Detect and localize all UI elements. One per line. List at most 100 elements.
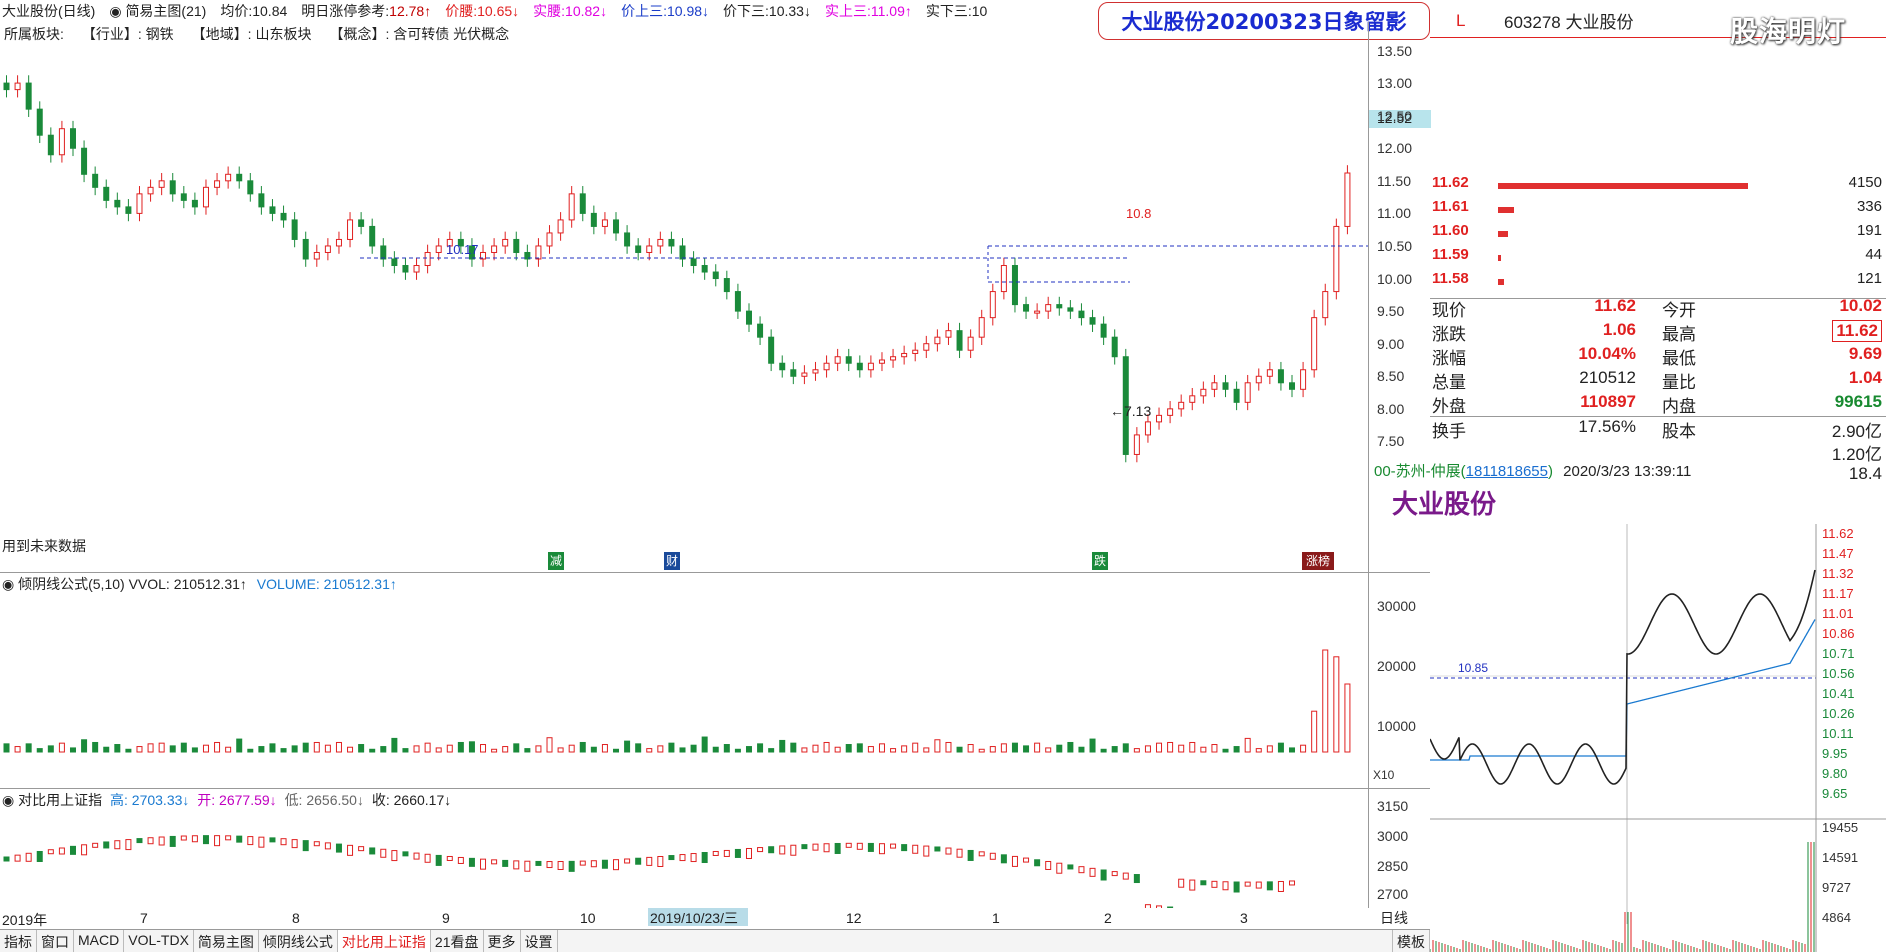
index-candle — [291, 839, 298, 849]
tab-index-compare[interactable]: 对比用上证指 — [337, 930, 431, 952]
volume-bar — [435, 747, 442, 753]
index-candle — [1122, 872, 1129, 880]
order-bar — [1498, 231, 1508, 237]
tab-more[interactable]: 更多 — [484, 930, 521, 952]
volume-bar — [557, 747, 564, 753]
candle — [424, 244, 431, 274]
volume-bar — [1122, 743, 1129, 753]
index-candle — [557, 861, 564, 871]
candle — [624, 225, 631, 254]
tab-21-watch[interactable]: 21看盘 — [431, 930, 484, 952]
candle — [1233, 381, 1240, 411]
intraday-vol-tick: 9727 — [1822, 880, 1851, 895]
order-row[interactable]: 11.60 191 — [1430, 222, 1886, 246]
volume-bar — [347, 746, 354, 753]
index-candle — [712, 850, 719, 856]
volume-bar — [945, 741, 952, 753]
tab-window[interactable]: 窗口 — [37, 930, 74, 952]
volume-bar — [47, 745, 54, 753]
intraday-tick: 9.65 — [1822, 786, 1847, 801]
intraday-tick: 11.62 — [1822, 526, 1854, 541]
watermark-logo: 股海明灯 — [1730, 16, 1847, 47]
volume-bar — [734, 748, 741, 753]
candle — [1333, 218, 1340, 300]
order-row[interactable]: 11.59 44 — [1430, 246, 1886, 270]
candle — [1255, 368, 1262, 391]
order-row[interactable]: 11.61 336 — [1430, 198, 1886, 222]
marker-gainers[interactable]: 涨榜 — [1302, 552, 1334, 570]
candle — [923, 335, 930, 359]
intraday-tick: 10.71 — [1822, 646, 1855, 661]
index-chart[interactable] — [0, 806, 1368, 908]
order-bar — [1498, 207, 1514, 213]
marker-fall[interactable]: 跌 — [1092, 552, 1108, 570]
order-row[interactable]: 11.62 4150 — [1430, 174, 1886, 198]
template-button[interactable]: 模板 — [1392, 930, 1430, 952]
order-bar — [1498, 279, 1504, 285]
tab-settings[interactable]: 设置 — [521, 930, 558, 952]
candle — [225, 166, 232, 189]
main-chart-selector[interactable]: ◉ 简易主图(21) — [109, 1, 206, 21]
volume-bar — [590, 746, 597, 753]
intraday-tick: 10.11 — [1822, 726, 1854, 741]
candle — [358, 212, 365, 235]
volume-bar — [180, 742, 187, 753]
marker-finance[interactable]: 财 — [664, 552, 680, 570]
period-label[interactable]: 日线 — [1380, 908, 1408, 928]
volume-axis: 30000 20000 10000 X10 — [1368, 572, 1430, 788]
index-candle — [901, 844, 908, 852]
volume-bar — [291, 745, 298, 753]
intraday-tick: 11.32 — [1822, 566, 1854, 581]
tab-yin-formula[interactable]: 倾阴线公式 — [259, 930, 338, 952]
volume-bar — [890, 748, 897, 753]
concept-label: 【概念】: 含可转债 光伏概念 — [329, 26, 510, 42]
index-candle — [601, 859, 608, 869]
volume-bar — [635, 743, 642, 753]
volume-bar — [601, 744, 608, 753]
index-candle — [1133, 874, 1140, 884]
volume-bar — [125, 748, 132, 753]
volume-bar — [247, 748, 254, 753]
volume-bar — [1011, 742, 1018, 753]
marker-reduce[interactable]: 减 — [548, 552, 564, 570]
tab-macd[interactable]: MACD — [74, 930, 125, 952]
volume-bar — [579, 741, 586, 753]
intraday-vol-tick: 4864 — [1822, 910, 1851, 925]
index-candle — [1244, 881, 1251, 887]
annot-right: 10.8 — [1126, 206, 1151, 221]
index-candle — [934, 846, 941, 852]
volume-bar — [236, 738, 243, 753]
candle — [978, 309, 985, 345]
volume-bar — [191, 747, 198, 753]
index-candle — [856, 842, 863, 850]
price-tick: 10.00 — [1377, 270, 1413, 287]
index-candle — [956, 848, 963, 858]
candle — [1067, 300, 1074, 319]
intraday-chart[interactable]: 10.85 11.62 11.47 11.32 11.17 11.01 10.86 10.7… — [1430, 524, 1886, 952]
candle — [790, 361, 797, 385]
candle — [335, 231, 342, 254]
order-row[interactable]: 11.58 121 — [1430, 270, 1886, 294]
volume-bar — [745, 746, 752, 753]
volume-bar — [1211, 744, 1218, 753]
candle — [901, 345, 908, 365]
tab-indicator[interactable]: 指标 — [0, 930, 37, 952]
tab-vol-tdx[interactable]: VOL-TDX — [124, 930, 194, 952]
volume-bar — [92, 741, 99, 753]
tab-simple-main[interactable]: 简易主图 — [194, 930, 259, 952]
price-chart[interactable]: 10.17 10.8 ←7.13 — [0, 44, 1368, 474]
volume-chart[interactable] — [0, 590, 1368, 782]
volume-bar — [757, 743, 764, 753]
index-candle — [1078, 866, 1085, 874]
candle — [1011, 257, 1018, 313]
volume-bar — [867, 746, 874, 753]
qq-link[interactable]: 1811818655 — [1466, 463, 1548, 480]
volume-bar — [36, 748, 43, 753]
candle — [1200, 381, 1207, 404]
candle — [723, 270, 730, 300]
candle — [1089, 309, 1096, 332]
annot-low: ←7.13 — [1110, 403, 1151, 419]
candle — [413, 257, 420, 280]
index-candle — [435, 854, 442, 866]
price-tick: 13.00 — [1377, 75, 1413, 92]
